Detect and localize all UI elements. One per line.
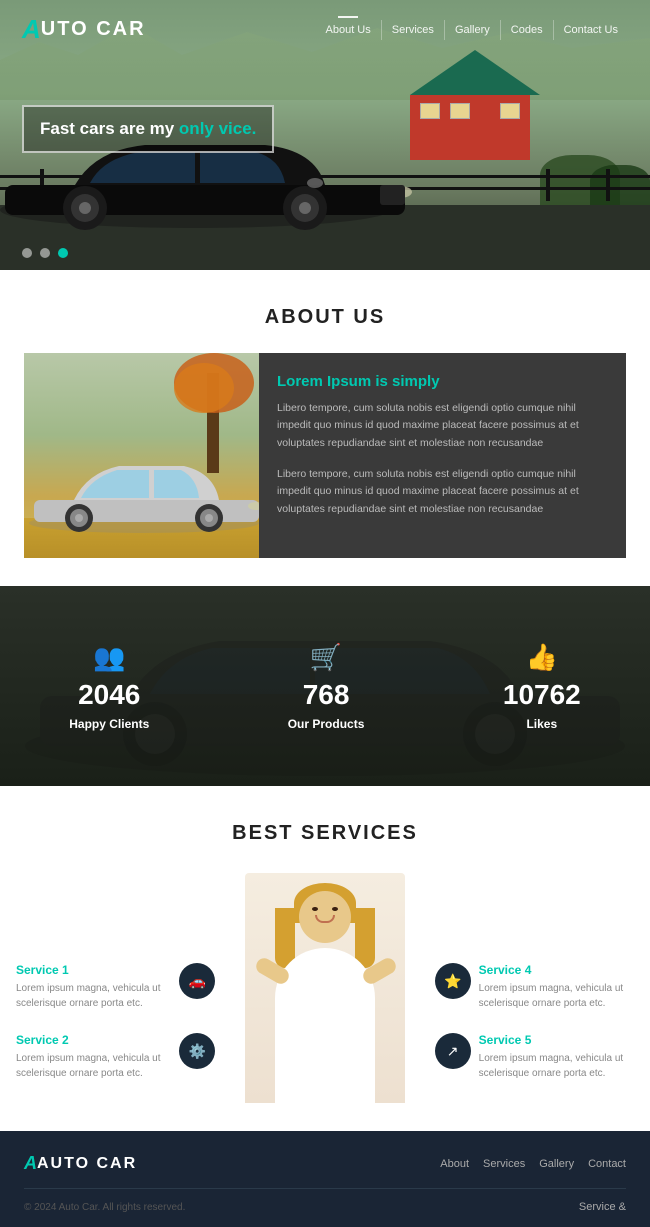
stat-products-label: Our Products [288,717,365,731]
service-4-item: Service 4 Lorem ipsum magna, vehicula ut… [435,963,634,1011]
nav-contact[interactable]: Contact Us [554,20,628,40]
service-2-info: Service 2 Lorem ipsum magna, vehicula ut… [16,1033,171,1081]
services-left: Service 1 Lorem ipsum magna, vehicula ut… [16,963,215,1103]
footer-service-text: Service & [579,1201,626,1213]
services-right: Service 4 Lorem ipsum magna, vehicula ut… [435,963,634,1103]
footer: A AUTO CAR About Services Gallery Contac… [0,1131,650,1227]
about-para1: Libero tempore, cum soluta nobis est eli… [277,400,608,452]
stats-section: 👥 2046 Happy Clients 🛒 768 Our Products … [0,586,650,786]
footer-copyright: © 2024 Auto Car. All rights reserved. [24,1202,185,1213]
service-2-item: Service 2 Lorem ipsum magna, vehicula ut… [16,1033,215,1081]
service-5-icon: ↗ [435,1033,471,1069]
hero-dots [22,248,68,258]
service-1-info: Service 1 Lorem ipsum magna, vehicula ut… [16,963,171,1011]
stat-clients-number: 2046 [69,679,149,711]
footer-link-contact[interactable]: Contact [588,1158,626,1170]
service-1-desc: Lorem ipsum magna, vehicula ut scelerisq… [16,981,171,1011]
logo-icon: A [22,14,41,45]
service-4-icon: ⭐ [435,963,471,999]
service-2-title: Service 2 [16,1033,171,1047]
footer-link-services[interactable]: Services [483,1158,525,1170]
dot-1[interactable] [22,248,32,258]
header: A UTO CAR About Us Services Gallery Code… [0,0,650,59]
service-2-icon: ⚙️ [179,1033,215,1069]
stat-clients-label: Happy Clients [69,717,149,731]
about-heading: Lorem Ipsum is simply [277,373,608,390]
footer-logo: A AUTO CAR [24,1153,137,1174]
footer-link-about[interactable]: About [440,1158,469,1170]
dot-2[interactable] [40,248,50,258]
service-1-icon: 🚗 [179,963,215,999]
service-1-title: Service 1 [16,963,171,977]
nav-codes[interactable]: Codes [501,20,554,40]
hero-headline-prefix: Fast cars are my [40,119,179,138]
service-4-info: Service 4 Lorem ipsum magna, vehicula ut… [479,963,634,1011]
stat-likes-icon: 👍 [503,642,581,673]
footer-links: About Services Gallery Contact [440,1158,626,1170]
stat-likes: 👍 10762 Likes [503,642,581,731]
service-5-title: Service 5 [479,1033,634,1047]
dot-3-active[interactable] [58,248,68,258]
about-section: ABOUT US [0,270,650,586]
service-4-title: Service 4 [479,963,634,977]
services-section: BEST SERVICES Service 1 Lorem ipsum magn… [0,786,650,1131]
services-title: BEST SERVICES [16,822,634,845]
stat-products: 🛒 768 Our Products [288,642,365,731]
service-5-item: Service 5 Lorem ipsum magna, vehicula ut… [435,1033,634,1081]
stat-likes-label: Likes [503,717,581,731]
about-para2: Libero tempore, cum soluta nobis est eli… [277,466,608,518]
nav-services[interactable]: Services [382,20,445,40]
logo: A UTO CAR [22,14,146,45]
stat-products-number: 768 [288,679,365,711]
stat-products-icon: 🛒 [288,642,365,673]
service-5-info: Service 5 Lorem ipsum magna, vehicula ut… [479,1033,634,1081]
service-2-desc: Lorem ipsum magna, vehicula ut scelerisq… [16,1051,171,1081]
footer-link-gallery[interactable]: Gallery [539,1158,574,1170]
about-text-box: Lorem Ipsum is simply Libero tempore, cu… [259,353,626,558]
nav-gallery[interactable]: Gallery [445,20,501,40]
service-1-item: Service 1 Lorem ipsum magna, vehicula ut… [16,963,215,1011]
hero-text-box: Fast cars are my only vice. [22,105,274,153]
about-image [24,353,259,558]
main-nav: About Us Services Gallery Codes Contact … [316,20,629,40]
stat-happy-clients: 👥 2046 Happy Clients [69,642,149,731]
stats-row: 👥 2046 Happy Clients 🛒 768 Our Products … [0,586,650,786]
service-4-desc: Lorem ipsum magna, vehicula ut scelerisq… [479,981,634,1011]
logo-text: UTO CAR [41,18,146,41]
person-image [245,873,405,1103]
service-5-desc: Lorem ipsum magna, vehicula ut scelerisq… [479,1051,634,1081]
stat-clients-icon: 👥 [69,642,149,673]
services-grid: Service 1 Lorem ipsum magna, vehicula ut… [16,873,634,1103]
hero-headline-highlight: only vice. [179,119,256,138]
nav-about[interactable]: About Us [316,20,382,40]
about-content: Lorem Ipsum is simply Libero tempore, cu… [24,353,626,558]
stat-likes-number: 10762 [503,679,581,711]
services-center [215,873,434,1103]
about-title: ABOUT US [24,306,626,329]
